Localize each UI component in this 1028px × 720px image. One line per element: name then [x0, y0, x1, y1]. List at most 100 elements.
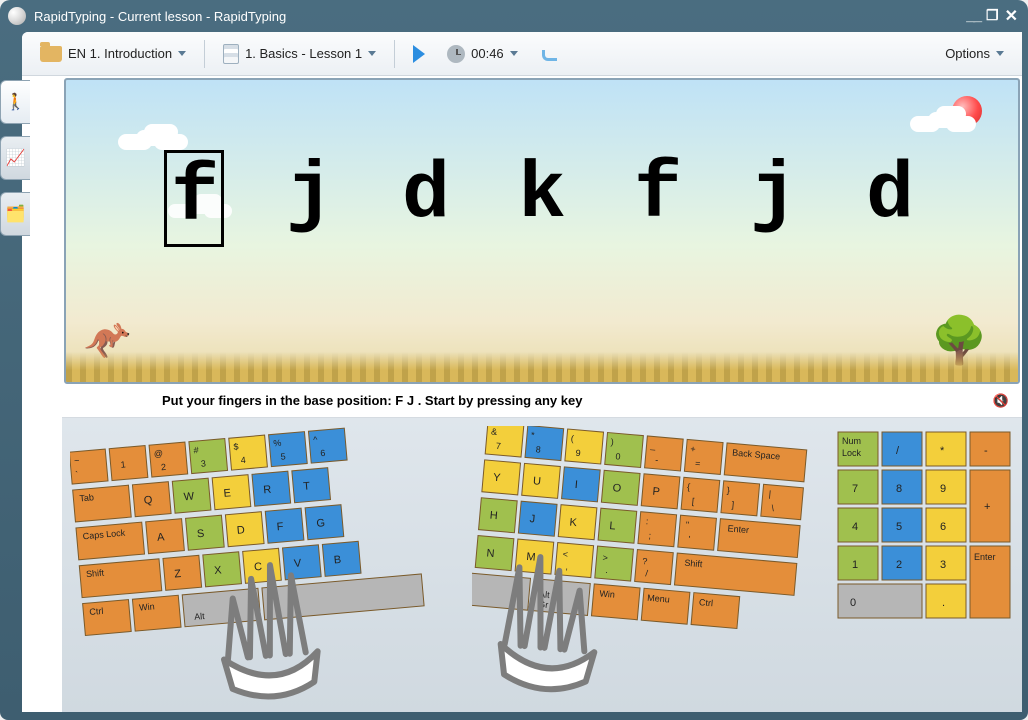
svg-text:>: >: [602, 553, 608, 563]
side-tabs: 🚶 📈 🗂️: [0, 80, 30, 236]
svg-text:J: J: [529, 513, 536, 525]
svg-text:&: &: [491, 426, 498, 436]
lesson-label: 1. Basics - Lesson 1: [245, 46, 362, 61]
typing-line: f j d k f j d: [66, 150, 1018, 247]
window-minimize-button[interactable]: [966, 7, 980, 25]
window-maximize-button[interactable]: [986, 7, 999, 25]
svg-text:-: -: [984, 445, 988, 457]
svg-text:Ctrl: Ctrl: [699, 597, 714, 608]
documents-icon: 🗂️: [6, 204, 26, 224]
timer-selector[interactable]: 00:46: [439, 39, 526, 69]
clock-icon: [447, 45, 465, 63]
chevron-down-icon: [510, 51, 518, 56]
play-button[interactable]: [405, 39, 433, 69]
typing-char: j: [280, 150, 340, 247]
svg-text:Shift: Shift: [684, 558, 703, 570]
svg-text:S: S: [196, 528, 204, 541]
tab-statistics[interactable]: 📈: [0, 136, 30, 180]
svg-text:8: 8: [535, 444, 541, 454]
keyboard-area: ~` 1 @2 #3 $4 %5 ^6 Tab Q W E R T Caps L…: [62, 418, 1022, 712]
svg-text:Alt: Alt: [194, 611, 206, 622]
svg-text:+: +: [984, 501, 990, 513]
folder-icon: [40, 46, 62, 62]
svg-text:Enter: Enter: [727, 523, 749, 535]
svg-text:#: #: [193, 445, 199, 455]
svg-text:Win: Win: [599, 588, 615, 599]
window-title: RapidTyping - Current lesson - RapidTypi…: [34, 9, 286, 24]
chevron-down-icon: [368, 51, 376, 56]
svg-text:U: U: [532, 475, 541, 488]
svg-text:4: 4: [240, 455, 246, 465]
svg-text:Num: Num: [842, 436, 861, 446]
chevron-down-icon: [996, 51, 1004, 56]
course-label: EN 1. Introduction: [68, 46, 172, 61]
svg-text:0: 0: [850, 597, 856, 609]
options-label: Options: [945, 46, 990, 61]
repeat-arrow-icon: [540, 47, 558, 61]
toolbar-separator: [394, 40, 395, 68]
typing-char: d: [860, 150, 920, 247]
hint-bar: Put your fingers in the base position: F…: [62, 384, 1022, 418]
typing-char: j: [744, 150, 804, 247]
svg-text:2: 2: [896, 559, 902, 571]
svg-text:T: T: [303, 480, 311, 493]
svg-text:Menu: Menu: [647, 593, 670, 605]
grass-decor: [66, 352, 1018, 382]
svg-text:+: +: [690, 444, 696, 454]
svg-text:Z: Z: [174, 568, 182, 581]
app-icon: [8, 7, 26, 25]
keyboard-right: &7 *8 (9 )0 _- += Back Space Y U I O P {…: [472, 426, 812, 712]
svg-text:5: 5: [280, 451, 286, 461]
svg-text:2: 2: [161, 462, 167, 472]
svg-text:$: $: [233, 441, 239, 451]
svg-text:9: 9: [940, 483, 946, 495]
lesson-selector[interactable]: 1. Basics - Lesson 1: [215, 39, 384, 69]
svg-text:Win: Win: [139, 601, 155, 612]
svg-text:Enter: Enter: [974, 552, 996, 562]
course-selector[interactable]: EN 1. Introduction: [32, 39, 194, 69]
svg-text:O: O: [612, 482, 622, 495]
play-icon: [413, 45, 425, 63]
toolbar: EN 1. Introduction 1. Basics - Lesson 1 …: [22, 32, 1022, 76]
mute-icon[interactable]: 🔇: [990, 390, 1012, 412]
svg-text:4: 4: [852, 521, 858, 533]
svg-text:5: 5: [896, 521, 902, 533]
svg-text:C: C: [254, 561, 263, 574]
svg-text:~: ~: [74, 455, 80, 465]
person-walking-icon: 🚶: [6, 92, 26, 112]
hint-text: Put your fingers in the base position: F…: [162, 393, 582, 408]
svg-text:M: M: [526, 551, 536, 564]
options-menu[interactable]: Options: [937, 39, 1012, 69]
svg-text:*: *: [940, 445, 945, 457]
window-close-button[interactable]: [1005, 6, 1018, 26]
scene: 🦘 🌳 f j d k f j d: [64, 78, 1020, 384]
svg-text:Shift: Shift: [86, 568, 105, 580]
tab-lesson[interactable]: 🚶: [0, 80, 30, 124]
svg-text:6: 6: [320, 448, 326, 458]
svg-text:B: B: [333, 554, 341, 567]
tab-documents[interactable]: 🗂️: [0, 192, 30, 236]
svg-text:6: 6: [940, 521, 946, 533]
typing-char: k: [512, 150, 572, 247]
svg-text:R: R: [263, 484, 272, 497]
repeat-button[interactable]: [532, 39, 566, 69]
svg-text:Lock: Lock: [842, 448, 862, 458]
svg-text:7: 7: [495, 441, 501, 451]
chevron-down-icon: [178, 51, 186, 56]
cloud-icon: [928, 112, 958, 128]
numpad: NumLock / * - 7 8 9 4 5 6 + 1 2 3 0 . En…: [834, 426, 1014, 712]
cloud-icon: [136, 130, 170, 146]
toolbar-separator: [204, 40, 205, 68]
titlebar: RapidTyping - Current lesson - RapidTypi…: [0, 0, 1028, 32]
stage-wrap: 🦘 🌳 f j d k f j d Put your fingers in th…: [62, 76, 1022, 712]
svg-text:Tab: Tab: [79, 492, 94, 503]
svg-text:Ctrl: Ctrl: [89, 606, 104, 617]
svg-text:G: G: [316, 517, 326, 530]
svg-text:=: =: [695, 458, 701, 468]
svg-text:L: L: [609, 520, 616, 532]
svg-text:1: 1: [852, 559, 858, 571]
svg-text:.: .: [942, 597, 945, 609]
client-area: EN 1. Introduction 1. Basics - Lesson 1 …: [22, 32, 1022, 712]
svg-text:3: 3: [200, 458, 206, 468]
svg-text:1: 1: [120, 459, 126, 469]
